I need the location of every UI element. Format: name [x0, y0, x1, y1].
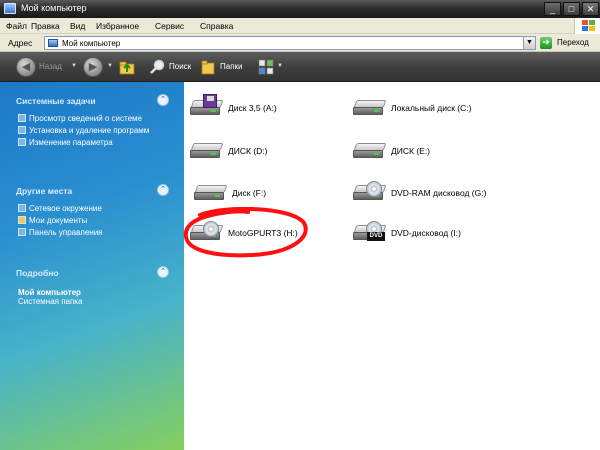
details-section: Подробно ⌃ Мой компьютер Системная папка [12, 266, 173, 306]
chevron-down-icon[interactable]: ▼ [523, 37, 535, 49]
drive-label: DVD-RAM дисковод (G:) [391, 188, 487, 198]
drive-item-e[interactable]: ДИСК (E:) [351, 137, 521, 165]
menu-help[interactable]: Справка [200, 21, 233, 31]
drive-label: ДИСК (E:) [391, 146, 431, 156]
back-dropdown-icon[interactable]: ▼ [71, 63, 77, 69]
system-info-icon [18, 114, 26, 122]
address-value: Мой компьютер [62, 39, 121, 48]
back-button[interactable]: ◀ [16, 57, 36, 77]
other-places-section: Другие места ⌃ Сетевое окружение Мои док… [12, 184, 173, 239]
control-panel-icon [18, 228, 26, 236]
drive-list: Диск 3,5 (A:) Локальный диск (C:) ДИСК (… [183, 82, 600, 450]
task-pane: Системные задачи ⌃ Просмотр сведений о с… [0, 82, 184, 450]
task-view-system-info[interactable]: Просмотр сведений о системе [18, 113, 169, 124]
collapse-chevron-icon[interactable]: ⌃ [157, 184, 169, 196]
drive-item-h[interactable]: MotoGPURT3 (H:) [183, 207, 358, 258]
search-icon[interactable] [149, 59, 165, 75]
window-title: Мой компьютер [21, 3, 87, 13]
maximize-button[interactable]: □ [563, 2, 580, 16]
place-control-panel[interactable]: Панель управления [18, 227, 169, 238]
go-arrow-icon: ➜ [540, 37, 552, 49]
network-icon [18, 204, 26, 212]
go-label: Переход [557, 38, 589, 47]
drive-label: Диск (F:) [232, 188, 267, 198]
place-my-documents[interactable]: Мои документы [18, 215, 169, 226]
details-description: Системная папка [18, 297, 83, 306]
up-folder-icon[interactable] [119, 59, 135, 75]
minimize-button[interactable]: _ [544, 2, 561, 16]
forward-dropdown-icon[interactable]: ▼ [107, 63, 113, 69]
drive-label: ДИСК (D:) [228, 146, 268, 156]
collapse-chevron-icon[interactable]: ⌃ [157, 94, 169, 106]
windows-logo-icon [574, 18, 600, 34]
menu-tools[interactable]: Сервис [155, 21, 184, 31]
task-change-setting[interactable]: Изменение параметра [18, 137, 169, 148]
folders-label[interactable]: Папки [220, 62, 243, 71]
dvd-drive-icon: DVD [353, 221, 387, 243]
hard-drive-icon [353, 100, 387, 118]
hard-drive-icon [194, 185, 228, 203]
task-add-remove-programs[interactable]: Установка и удаление программ [18, 125, 169, 136]
drive-label: Локальный диск (C:) [391, 103, 472, 113]
menu-bar: Файл Правка Вид Избранное Сервис Справка [0, 18, 600, 34]
control-panel-icon [18, 138, 26, 146]
other-places-title: Другие места [16, 186, 73, 196]
add-remove-programs-icon [18, 126, 26, 134]
menu-favorites[interactable]: Избранное [96, 21, 139, 31]
place-network[interactable]: Сетевое окружение [18, 203, 169, 214]
go-button[interactable]: ➜ Переход [540, 36, 596, 50]
search-label[interactable]: Поиск [169, 62, 191, 71]
details-name: Мой компьютер [18, 288, 81, 297]
drive-item-i[interactable]: DVD DVD-дисковод (I:) [351, 219, 521, 247]
toolbar: ◀ Назад ▼ ▶ ▼ Поиск Папки ▼ [0, 52, 600, 82]
system-tasks-section: Системные задачи ⌃ Просмотр сведений о с… [12, 94, 173, 149]
menu-file[interactable]: Файл [6, 21, 27, 31]
drive-label: DVD-дисковод (I:) [391, 228, 461, 238]
views-dropdown-icon[interactable]: ▼ [277, 63, 283, 69]
close-button[interactable]: ✕ [582, 2, 599, 16]
drive-label: Диск 3,5 (A:) [228, 103, 277, 113]
my-computer-icon [48, 39, 58, 47]
floppy-drive-icon [190, 94, 224, 118]
address-label: Адрес [8, 38, 33, 48]
my-computer-icon [4, 3, 16, 14]
folder-icon [18, 216, 26, 224]
title-bar: Мой компьютер _ □ ✕ [0, 0, 600, 18]
drive-item-d[interactable]: ДИСК (D:) [188, 137, 358, 165]
address-input[interactable]: Мой компьютер ▼ [44, 36, 536, 50]
drive-item-f[interactable]: Диск (F:) [192, 179, 362, 207]
dvd-ram-drive-icon [353, 181, 387, 203]
drive-item-g[interactable]: DVD-RAM дисковод (G:) [351, 179, 521, 207]
drive-item-a[interactable]: Диск 3,5 (A:) [188, 94, 358, 122]
hard-drive-icon [353, 143, 387, 161]
views-icon[interactable] [258, 59, 274, 75]
menu-view[interactable]: Вид [70, 21, 85, 31]
system-tasks-title: Системные задачи [16, 96, 96, 106]
dvd-badge: DVD [367, 232, 385, 241]
removable-disc-icon [190, 221, 224, 243]
collapse-chevron-icon[interactable]: ⌃ [157, 266, 169, 278]
details-title: Подробно [16, 268, 59, 278]
back-label: Назад [39, 62, 62, 71]
folders-icon[interactable] [200, 59, 216, 75]
forward-button[interactable]: ▶ [83, 57, 103, 77]
menu-edit[interactable]: Правка [31, 21, 60, 31]
drive-item-c[interactable]: Локальный диск (C:) [351, 94, 521, 122]
drive-label: MotoGPURT3 (H:) [228, 228, 298, 238]
address-bar: Адрес Мой компьютер ▼ ➜ Переход [0, 34, 600, 52]
hard-drive-icon [190, 143, 224, 161]
